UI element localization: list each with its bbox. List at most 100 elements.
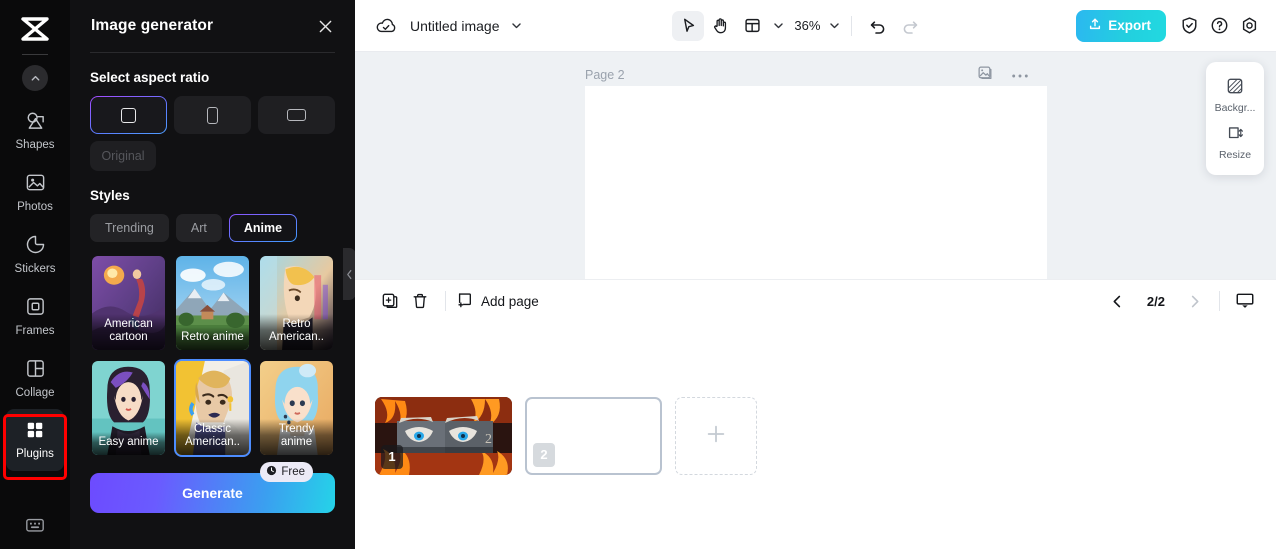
undo-icon[interactable] xyxy=(862,11,894,41)
rail-collapse-button[interactable] xyxy=(22,65,48,91)
style-card-classic-american[interactable]: Classic American.. xyxy=(174,359,251,457)
free-badge: Free xyxy=(260,462,313,482)
export-label: Export xyxy=(1108,18,1152,33)
hand-pan-icon[interactable] xyxy=(704,11,736,41)
chevron-down-icon[interactable] xyxy=(510,19,523,32)
left-icon-rail: Shapes Photos Stickers Frames Collage Pl… xyxy=(0,0,70,549)
square-icon xyxy=(121,107,136,123)
zoom-level[interactable]: 36% xyxy=(794,18,820,33)
layout-grid-icon[interactable] xyxy=(736,11,768,41)
aspect-ratio-square[interactable] xyxy=(90,96,167,134)
frame-icon xyxy=(25,296,46,320)
svg-text:2: 2 xyxy=(485,432,492,447)
pagebar-divider-2 xyxy=(1219,291,1220,311)
layout-chevron-down-icon[interactable] xyxy=(772,19,785,32)
style-card-label: American cartoon xyxy=(92,314,165,350)
page-label: Page 2 xyxy=(585,68,625,82)
sidebar-item-label: Photos xyxy=(17,200,53,213)
aspect-ratio-portrait[interactable] xyxy=(174,96,251,134)
canvas-area[interactable]: Page 2 Backgr... Resize xyxy=(355,52,1276,279)
sidebar-item-collage[interactable]: Collage xyxy=(6,347,64,409)
plugins-icon xyxy=(25,420,45,443)
page-thumbnail-1[interactable]: 2 1 xyxy=(375,396,512,475)
plus-icon xyxy=(704,422,728,449)
panel-divider xyxy=(90,52,335,53)
style-card-label: Classic American.. xyxy=(176,419,249,455)
prev-page-button[interactable] xyxy=(1103,286,1133,316)
sidebar-item-shapes[interactable]: Shapes xyxy=(6,99,64,161)
top-toolbar: Untitled image 36% Export xyxy=(355,0,1276,52)
tab-anime[interactable]: Anime xyxy=(229,214,297,242)
style-card-label: Trendy anime xyxy=(260,419,333,455)
present-icon[interactable] xyxy=(1230,286,1260,316)
sidebar-item-frames[interactable]: Frames xyxy=(6,285,64,347)
free-badge-label: Free xyxy=(281,466,305,478)
styles-heading: Styles xyxy=(90,188,130,203)
style-card-trendy-anime[interactable]: Trendy anime xyxy=(258,359,335,457)
close-icon[interactable] xyxy=(315,16,335,36)
style-card-american-cartoon[interactable]: American cartoon xyxy=(90,254,167,352)
zoom-chevron-down-icon[interactable] xyxy=(828,19,841,32)
tab-trending[interactable]: Trending xyxy=(90,214,169,242)
export-button[interactable]: Export xyxy=(1076,9,1167,42)
shield-check-icon[interactable] xyxy=(1174,11,1204,41)
sidebar-item-label: Collage xyxy=(15,386,55,399)
add-page-label: Add page xyxy=(481,293,539,309)
collage-icon xyxy=(25,358,46,382)
style-card-retro-american[interactable]: Retro American.. xyxy=(258,254,335,352)
sidebar-item-photos[interactable]: Photos xyxy=(6,161,64,223)
question-circle-icon[interactable] xyxy=(1204,11,1234,41)
image-generator-panel: Image generator Select aspect ratio Orig… xyxy=(70,0,355,549)
style-card-label: Retro anime xyxy=(176,327,249,350)
capcut-logo-icon[interactable] xyxy=(15,12,55,46)
tab-art[interactable]: Art xyxy=(175,214,222,242)
panel-header: Image generator xyxy=(70,0,355,52)
trash-icon[interactable] xyxy=(405,286,435,316)
resize-tool-button[interactable]: Resize xyxy=(1206,119,1264,166)
shapes-icon xyxy=(25,110,46,134)
page-toolbar: Add page 2/2 xyxy=(355,278,1276,323)
pagebar-divider xyxy=(445,291,446,311)
style-card-retro-anime[interactable]: Retro anime xyxy=(174,254,251,352)
canvas-page[interactable] xyxy=(585,86,1047,279)
style-tab-list: Trending Art Anime xyxy=(90,214,335,242)
style-card-easy-anime[interactable]: Easy anime xyxy=(90,359,167,457)
page-thumbnail-2[interactable]: 2 xyxy=(525,396,662,475)
canvas-float-toolbar: Backgr... Resize xyxy=(1206,62,1264,175)
thumbnail-number: 1 xyxy=(381,444,403,469)
rail-divider xyxy=(22,54,48,55)
panel-collapse-handle[interactable] xyxy=(343,248,355,300)
rail-bottom-area xyxy=(0,511,70,539)
background-tool-label: Backgr... xyxy=(1214,102,1256,114)
style-card-label: Easy anime xyxy=(92,432,165,455)
sidebar-item-plugins[interactable]: Plugins xyxy=(6,409,64,471)
panel-body: Select aspect ratio Original Styles Tren… xyxy=(70,70,355,513)
page-counter: 2/2 xyxy=(1146,293,1165,309)
sidebar-item-label: Shapes xyxy=(15,138,55,151)
keyboard-icon[interactable] xyxy=(18,511,52,539)
sticker-icon xyxy=(25,234,46,258)
duplicate-icon[interactable] xyxy=(375,286,405,316)
next-page-button[interactable] xyxy=(1179,286,1209,316)
aspect-ratio-landscape[interactable] xyxy=(258,96,335,134)
style-card-label: Retro American.. xyxy=(260,314,333,350)
aspect-ratio-original[interactable]: Original xyxy=(90,141,156,171)
page-filmstrip: 2 1 2 xyxy=(355,322,1276,549)
cursor-select-icon[interactable] xyxy=(672,10,705,41)
add-page-button[interactable]: Add page xyxy=(456,291,539,312)
rail-item-list: Shapes Photos Stickers Frames Collage Pl… xyxy=(0,99,70,471)
background-tool-button[interactable]: Backgr... xyxy=(1206,72,1264,119)
gear-icon[interactable] xyxy=(1234,11,1264,41)
more-horizontal-icon[interactable] xyxy=(1011,67,1029,82)
aspect-ratio-options xyxy=(90,96,335,134)
redo-icon[interactable] xyxy=(894,11,926,41)
sidebar-item-stickers[interactable]: Stickers xyxy=(6,223,64,285)
clock-icon xyxy=(266,465,277,479)
document-title[interactable]: Untitled image xyxy=(410,18,500,34)
page-actions xyxy=(977,65,1029,84)
background-icon xyxy=(1226,77,1244,98)
add-thumbnail-button[interactable] xyxy=(675,396,757,475)
sidebar-item-label: Plugins xyxy=(16,448,54,460)
generate-area: Free Generate xyxy=(90,462,335,513)
duplicate-page-icon[interactable] xyxy=(977,65,993,84)
